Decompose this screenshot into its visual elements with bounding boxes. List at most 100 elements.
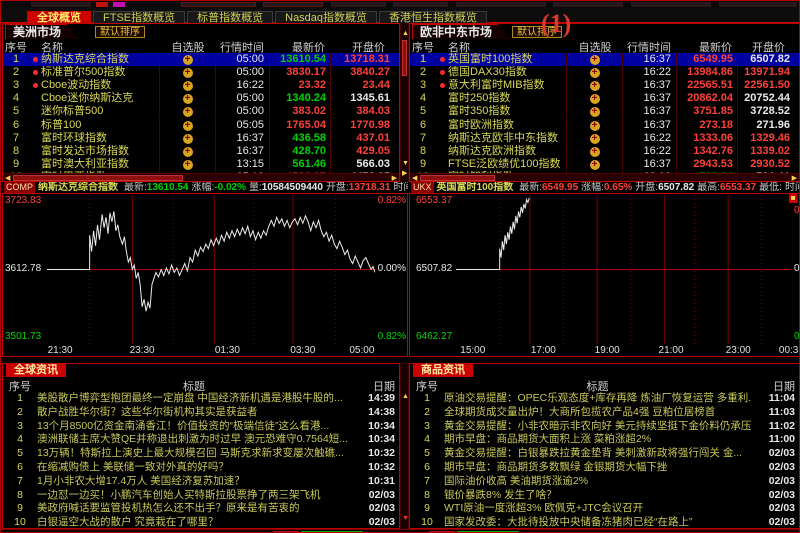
price-plot-area[interactable] (456, 195, 792, 344)
news-row[interactable]: 9美政府喊话要监管投机热怎么还不出手？原来是有苦衷的02/03 (3, 502, 399, 516)
news-row[interactable]: 1原油交易提醒：OPEC乐观态度+库存再降 炼油厂恢复运营 多重利...11:0… (410, 392, 799, 406)
scroll-right-icon[interactable]: ▶ (392, 175, 397, 182)
news-title[interactable]: 在缩减购债上 美联储一致对外真的好吗？ (37, 461, 351, 475)
table-row[interactable]: 4富时250指数+16:3720862.0420752.44 (410, 92, 799, 105)
scroll-right-icon[interactable]: ▶ (402, 170, 407, 177)
table-row[interactable]: 1纳斯达克综合指数+05:0013610.5413718.31 (3, 53, 399, 66)
news-row[interactable]: 9WTI原油一度涨超3% 欧佩克+JTC会议召开02/03 (410, 502, 799, 516)
table-row[interactable]: 2德国DAX30指数+16:2213984.8613971.94 (410, 66, 799, 79)
scrollbar-thumb[interactable] (420, 175, 495, 181)
table-row[interactable]: 7纳斯达克欧非中东指数+16:221333.061329.46 (410, 132, 799, 145)
scroll-down-icon[interactable]: ▼ (402, 515, 409, 522)
table-row[interactable]: 1英国富时100指数+16:376549.956507.82 (410, 53, 799, 66)
scroll-up-icon[interactable]: ▲ (402, 393, 409, 400)
news-row[interactable]: 6期市早盘：商品期货多数飘绿 金银期货大幅下挫02/03 (410, 461, 799, 475)
add-watchlist-icon[interactable]: + (590, 160, 600, 170)
vertical-scrollbar[interactable]: ▲ ▼ ▶ (400, 23, 409, 182)
news-title[interactable]: 期市早盘：商品期货大面积上涨 菜粕涨超2% (444, 433, 751, 447)
news-row[interactable]: 10国家发改委：大批待投放中央储备冻猪肉已经“在路上”02/03 (410, 516, 799, 528)
price-plot-area[interactable] (47, 195, 375, 344)
add-watchlist-icon[interactable]: + (183, 107, 193, 117)
last-price: 23.32 (270, 79, 331, 92)
scroll-right-icon[interactable]: ▶ (792, 175, 797, 182)
news-title[interactable]: 散户战胜华尔街？这些华尔街机构其实是获益者 (37, 406, 351, 420)
news-title[interactable]: 1月小非农大增17.4万人 美国经济复苏加速？ (37, 475, 351, 489)
scrollbar-thumb[interactable] (402, 40, 407, 76)
news-title[interactable]: 美股散户博弈型抱团最终一定崩盘 中国经济新机遇是港股牛股的... (37, 392, 351, 406)
news-row[interactable]: 71月小非农大增17.4万人 美国经济复苏加速？10:31 (3, 475, 399, 489)
news-row[interactable]: 6在缩减购债上 美联储一致对外真的好吗？10:32 (3, 461, 399, 475)
add-watchlist-icon[interactable]: + (183, 94, 193, 104)
table-row[interactable]: 3Cboe波动指数+16:2223.3223.44 (3, 79, 399, 92)
news-title[interactable]: 期市早盘：商品期货多数飘绿 金银期货大幅下挫 (444, 461, 751, 475)
news-title[interactable]: 国家发改委：大批待投放中央储备冻猪肉已经“在路上” (444, 516, 751, 528)
news-row[interactable]: 3黄金交易提醒：小非农暗示非农向好 美元持续坚挺下金价料仍承压11:02 (410, 420, 799, 434)
news-row[interactable]: 10白银逼空大战的散户 究竟栽在了哪里？02/03 (3, 516, 399, 528)
news-title[interactable]: 13万辆！特斯拉上演史上最大规模召回 马斯克求新求变屡次触礁... (37, 447, 351, 461)
table-row[interactable]: 5富时350指数+16:373751.853728.52 (410, 105, 799, 118)
add-watchlist-icon[interactable]: + (183, 68, 193, 78)
add-watchlist-icon[interactable]: + (590, 55, 600, 65)
table-row[interactable]: 5迷你标普500+05:00383.02384.03 (3, 105, 399, 118)
add-watchlist-icon[interactable]: + (183, 147, 193, 157)
news-row[interactable]: 2全球期货成交量出炉！大商所包揽农产品4强 豆粕位居榜首11:03 (410, 406, 799, 420)
news-title[interactable]: 黄金交易提醒：小非农暗示非农向好 美元持续坚挺下金价料仍承压 (444, 420, 751, 434)
scroll-up-icon[interactable]: ▲ (402, 30, 409, 37)
table-row[interactable]: 9富时澳大利亚指数+13:15561.46566.03 (3, 158, 399, 171)
news-title[interactable]: 美政府喊话要监管投机热怎么还不出手？原来是有苦衷的 (37, 502, 351, 516)
add-watchlist-icon[interactable]: + (183, 160, 193, 170)
table-row[interactable]: 4Cboe迷你纳斯达克+05:001340.241345.61 (3, 92, 399, 105)
horizontal-scrollbar[interactable]: ◀ ▶ (3, 173, 399, 181)
scroll-left-icon[interactable]: ◀ (5, 175, 10, 182)
table-row[interactable]: 3意大利富时MIB指数+16:3722565.5122561.50 (410, 79, 799, 92)
scroll-left-icon[interactable]: ◀ (412, 175, 417, 182)
horizontal-scrollbar[interactable]: ◀ ▶ (410, 173, 799, 181)
table-row[interactable]: 8纳斯达克欧洲指数+16:221342.761339.02 (410, 145, 799, 158)
scroll-down-icon[interactable]: ▼ (402, 160, 409, 167)
add-watchlist-icon[interactable]: + (590, 121, 600, 131)
news-row[interactable]: 4期市早盘：商品期货大面积上涨 菜粕涨超2%11:00 (410, 433, 799, 447)
table-row[interactable]: 7富时环球指数+16:37436.58437.01 (3, 132, 399, 145)
add-watchlist-icon[interactable]: + (590, 81, 600, 91)
add-watchlist-icon[interactable]: + (590, 107, 600, 117)
add-watchlist-icon[interactable]: + (590, 68, 600, 78)
table-row[interactable]: 2标准普尔500指数+05:003830.173840.27 (3, 66, 399, 79)
news-row[interactable]: 313个月8500亿资金南涌香江！价值投资的“极端信徒”这么看港...10:34 (3, 420, 399, 434)
news-title[interactable]: 国际油价收高 美油期货涨逾2% (444, 475, 751, 489)
add-watchlist-icon[interactable]: + (590, 94, 600, 104)
news-row[interactable]: 7国际油价收高 美油期货涨逾2%02/03 (410, 475, 799, 489)
news-row[interactable]: 8一边怼一边买！小鹏汽车创始人买特斯拉股票挣了两三架飞机02/03 (3, 489, 399, 503)
table-row[interactable]: 6标普100+05:051765.041770.98 (3, 118, 399, 131)
news-title[interactable]: 13个月8500亿资金南涌香江！价值投资的“极端信徒”这么看港... (37, 420, 351, 434)
add-watchlist-icon[interactable]: + (590, 147, 600, 157)
news-row[interactable]: 8银价暴跌8% 发生了啥？02/03 (410, 489, 799, 503)
add-watchlist-icon[interactable]: + (183, 55, 193, 65)
news-title[interactable]: 一边怼一边买！小鹏汽车创始人买特斯拉股票挣了两三架飞机 (37, 489, 351, 503)
news-row[interactable]: 1美股散户博弈型抱团最终一定崩盘 中国经济新机遇是港股牛股的...14:39 (3, 392, 399, 406)
news-row[interactable]: 4澳洲联储主席大赞QE并称退出刺激为时过早 澳元恐难守0.7564短...10:… (3, 433, 399, 447)
add-watchlist-icon[interactable]: + (183, 134, 193, 144)
news-tab-global[interactable]: 全球资讯 (6, 364, 66, 377)
scrollbar-thumb[interactable] (13, 175, 183, 181)
ftse100-intraday-chart[interactable]: 6553.37 6507.82 6462.27 0 0 0 15:0017:00… (409, 193, 800, 357)
news-title[interactable]: WTI原油一度涨超3% 欧佩克+JTC会议召开 (444, 502, 751, 516)
nasdaq-intraday-chart[interactable]: 3723.83 3612.78 3501.73 0.82% 0.00% 0.82… (2, 193, 408, 357)
default-sort-button[interactable]: 默认排序 (95, 26, 145, 38)
news-title[interactable]: 全球期货成交量出炉！大商所包揽农产品4强 豆粕位居榜首 (444, 406, 751, 420)
news-title[interactable]: 银价暴跌8% 发生了啥？ (444, 489, 751, 503)
add-watchlist-icon[interactable]: + (183, 81, 193, 91)
news-title[interactable]: 澳洲联储主席大赞QE并称退出刺激为时过早 澳元恐难守0.7564短... (37, 433, 351, 447)
news-title[interactable]: 白银逼空大战的散户 究竟栽在了哪里？ (37, 516, 351, 528)
add-watchlist-icon[interactable]: + (183, 121, 193, 131)
vertical-scrollbar[interactable]: ▲ ▼ (400, 363, 409, 529)
add-watchlist-icon[interactable]: + (590, 134, 600, 144)
news-title[interactable]: 黄金交易提醒：白银暴跌拉黄金垫背 美刺激新政将强行闯关 金... (444, 447, 751, 461)
table-row[interactable]: 9FTSE泛欧绩优100指数+16:372943.532930.52 (410, 158, 799, 171)
table-row[interactable]: 8富时发达市场指数+16:37428.70429.05 (3, 145, 399, 158)
news-row[interactable]: 2散户战胜华尔街？这些华尔街机构其实是获益者14:38 (3, 406, 399, 420)
news-row[interactable]: 5黄金交易提醒：白银暴跌拉黄金垫背 美刺激新政将强行闯关 金...02/03 (410, 447, 799, 461)
news-tab-commodity[interactable]: 商品资讯 (413, 364, 473, 377)
news-title[interactable]: 原油交易提醒：OPEC乐观态度+库存再降 炼油厂恢复运营 多重利... (444, 392, 751, 406)
news-row[interactable]: 513万辆！特斯拉上演史上最大规模召回 马斯克求新求变屡次触礁...10:32 (3, 447, 399, 461)
table-row[interactable]: 6富时欧洲指数+16:37273.18271.96 (410, 118, 799, 131)
